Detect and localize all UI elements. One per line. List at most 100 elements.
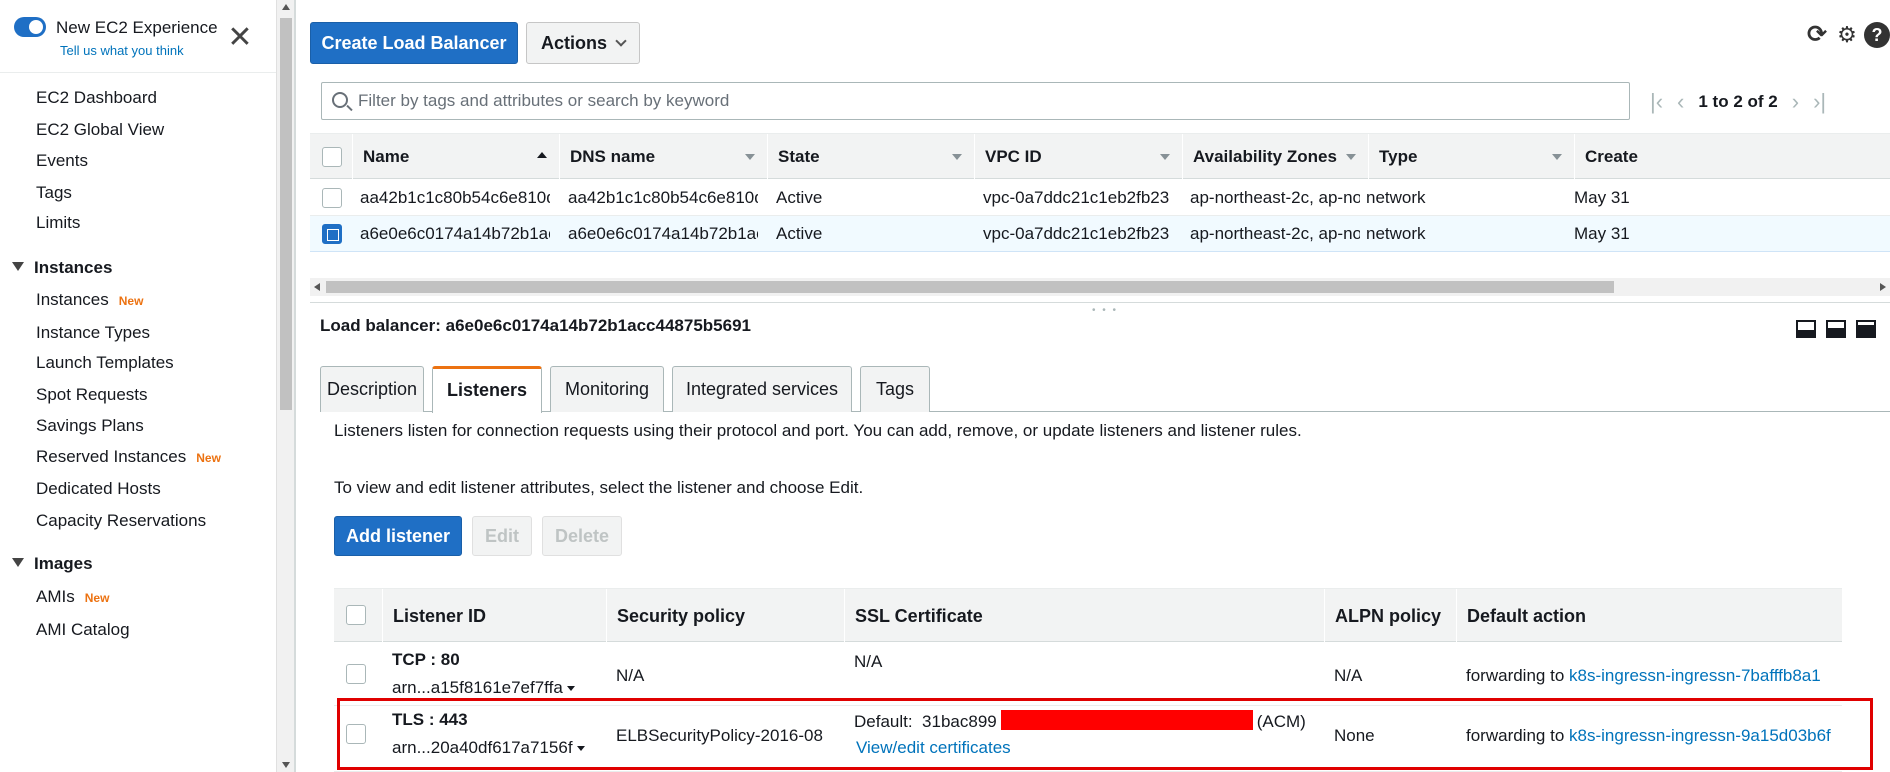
listener-ssl-certificate: Default: 31bac899 (ACM) <box>854 710 1306 731</box>
first-page-icon[interactable]: |‹ <box>1650 89 1663 115</box>
sidebar-item-ami-catalog[interactable]: AMI Catalog <box>36 620 130 640</box>
add-listener-button[interactable]: Add listener <box>334 516 462 556</box>
sidebar-section-images[interactable]: Images <box>12 554 93 574</box>
sidebar-scrollbar[interactable] <box>276 0 294 772</box>
listeners-table-header: Listener ID Security policy SSL Certific… <box>334 588 1842 643</box>
listener-row-highlighted[interactable]: TLS : 443 arn...20a40df617a7156f ELBSecu… <box>334 706 1842 772</box>
create-load-balancer-button[interactable]: Create Load Balancer <box>310 22 518 64</box>
sidebar-item-capacity-reservations[interactable]: Capacity Reservations <box>36 511 206 531</box>
scroll-left-icon[interactable] <box>314 283 320 291</box>
sidebar-item-tags[interactable]: Tags <box>36 183 72 203</box>
last-page-icon[interactable]: ›| <box>1813 89 1826 115</box>
new-experience-banner: New EC2 Experience Tell us what you thin… <box>14 14 254 62</box>
delete-button[interactable]: Delete <box>542 516 622 556</box>
sidebar-item-dedicated-hosts[interactable]: Dedicated Hosts <box>36 479 161 499</box>
view-edit-certificates-link[interactable]: View/edit certificates <box>856 738 1011 758</box>
listener-row[interactable]: TCP : 80 arn...a15f8161e7ef7ffa N/A N/A … <box>334 642 1842 706</box>
listener-checkbox[interactable] <box>346 724 366 744</box>
sidebar-section-instances[interactable]: Instances <box>12 258 112 278</box>
sidebar-item-ec2-dashboard[interactable]: EC2 Dashboard <box>36 88 157 108</box>
tab-integrated-services[interactable]: Integrated services <box>672 366 852 412</box>
tab-tags[interactable]: Tags <box>860 366 930 412</box>
cell-created: May 31 <box>1574 224 1630 243</box>
listener-default-action: forwarding to k8s-ingressn-ingressn-9a15… <box>1466 726 1831 745</box>
sidebar-item-spot-requests[interactable]: Spot Requests <box>36 385 148 405</box>
listener-security-policy: ELBSecurityPolicy-2016-08 <box>616 726 823 745</box>
redaction-bar <box>1000 710 1253 730</box>
select-all-listeners-checkbox[interactable] <box>346 605 366 625</box>
sidebar-item-ec2-global-view[interactable]: EC2 Global View <box>36 120 164 140</box>
scrollbar-thumb[interactable] <box>326 281 1614 293</box>
sidebar-item-instances[interactable]: Instances New <box>36 290 143 310</box>
search-box[interactable] <box>321 82 1630 120</box>
sort-icon <box>952 154 962 160</box>
resize-handle-icon[interactable]: • • • <box>1092 305 1118 316</box>
sidebar-item-amis[interactable]: AMIs New <box>36 587 109 607</box>
column-header-dns[interactable]: DNS name <box>559 134 767 180</box>
cell-az: ap-northeast-2c, ap-nor… <box>1190 224 1360 243</box>
edit-button[interactable]: Edit <box>472 516 532 556</box>
layout-medium-icon[interactable] <box>1826 320 1846 338</box>
cell-vpc: vpc-0a7ddc21c1eb2fb23 <box>983 224 1170 243</box>
sort-asc-icon <box>537 152 547 158</box>
column-header-state[interactable]: State <box>767 134 974 180</box>
table-horizontal-scrollbar[interactable] <box>310 278 1890 296</box>
new-badge: New <box>84 591 110 605</box>
tab-monitoring[interactable]: Monitoring <box>550 366 664 412</box>
sidebar-item-events[interactable]: Events <box>36 151 88 171</box>
actions-dropdown[interactable]: Actions <box>526 22 640 64</box>
target-group-link[interactable]: k8s-ingressn-ingressn-9a15d03b6f <box>1569 726 1831 745</box>
search-input[interactable] <box>358 83 1618 119</box>
sort-icon <box>1346 154 1356 160</box>
column-header-created[interactable]: Create <box>1574 134 1890 180</box>
table-row-selected[interactable]: a6e0e6c0174a14b72b1acc4… a6e0e6c0174a14b… <box>310 216 1890 252</box>
tab-description[interactable]: Description <box>320 366 424 412</box>
section-heading: Instances <box>34 258 113 277</box>
new-experience-toggle[interactable] <box>14 17 46 37</box>
table-row[interactable]: aa42b1c1c80b54c6e810da5… aa42b1c1c80b54c… <box>310 180 1890 216</box>
sidebar-item-reserved-instances[interactable]: Reserved Instances New <box>36 447 221 467</box>
lb-table-header: Name DNS name State VPC ID Availability … <box>310 133 1890 180</box>
cell-vpc: vpc-0a7ddc21c1eb2fb23 <box>983 188 1170 207</box>
next-page-icon[interactable]: › <box>1792 89 1799 115</box>
refresh-icon[interactable]: ⟳ <box>1804 22 1830 48</box>
sort-icon <box>1552 154 1562 160</box>
column-header-az[interactable]: Availability Zones <box>1182 134 1368 180</box>
new-experience-title: New EC2 Experience <box>56 18 218 37</box>
row-checkbox[interactable] <box>322 188 342 208</box>
top-right-icons: ⟳ ⚙ ? <box>1804 22 1890 48</box>
settings-icon[interactable]: ⚙ <box>1834 22 1860 48</box>
listener-arn-dropdown[interactable]: arn...20a40df617a7156f <box>392 738 585 758</box>
chevron-down-icon <box>615 35 627 47</box>
cell-type: network <box>1366 188 1426 207</box>
sidebar-item-launch-templates[interactable]: Launch Templates <box>36 353 174 373</box>
prev-page-icon[interactable]: ‹ <box>1677 89 1684 115</box>
target-group-link[interactable]: k8s-ingressn-ingressn-7bafffb8a1 <box>1569 666 1821 685</box>
help-icon[interactable]: ? <box>1864 22 1890 48</box>
new-badge: New <box>118 294 144 308</box>
listener-arn-dropdown[interactable]: arn...a15f8161e7ef7ffa <box>392 678 575 698</box>
pagination-text: 1 to 2 of 2 <box>1698 92 1778 111</box>
scroll-right-icon[interactable] <box>1880 283 1886 291</box>
layout-large-icon[interactable] <box>1856 320 1876 338</box>
column-header-type[interactable]: Type <box>1368 134 1574 180</box>
scrollbar-thumb[interactable] <box>280 18 292 410</box>
select-all-checkbox[interactable] <box>322 147 342 167</box>
row-checkbox[interactable] <box>322 224 342 244</box>
column-header-vpc[interactable]: VPC ID <box>974 134 1182 180</box>
scroll-up-icon[interactable] <box>282 4 290 10</box>
column-header-name[interactable]: Name <box>352 134 559 180</box>
sort-icon <box>745 154 755 160</box>
cell-name: a6e0e6c0174a14b72b1acc4… <box>360 224 550 243</box>
layout-small-icon[interactable] <box>1796 320 1816 338</box>
listener-default-action: forwarding to k8s-ingressn-ingressn-7baf… <box>1466 666 1821 685</box>
scroll-down-icon[interactable] <box>282 762 290 768</box>
sidebar-item-savings-plans[interactable]: Savings Plans <box>36 416 144 436</box>
sidebar-item-instance-types[interactable]: Instance Types <box>36 323 150 343</box>
tab-listeners[interactable]: Listeners <box>432 366 542 413</box>
sidebar-item-label: Instances <box>36 290 109 309</box>
close-icon[interactable]: ✕ <box>226 23 254 53</box>
sidebar-item-limits[interactable]: Limits <box>36 213 80 233</box>
listener-checkbox[interactable] <box>346 664 366 684</box>
feedback-link[interactable]: Tell us what you think <box>60 43 184 58</box>
